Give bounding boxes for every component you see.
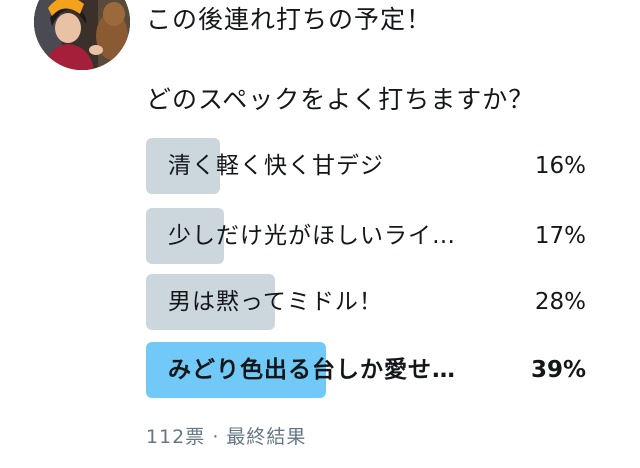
poll-option-winner: みどり色出る台しか愛せ… 39% [146, 342, 586, 398]
avatar[interactable] [34, 0, 130, 70]
poll-meta: 112票 · 最終結果 [146, 422, 306, 449]
poll-option-percent: 39% [530, 357, 586, 383]
poll-option-label: みどり色出る台しか愛せ… [168, 357, 456, 383]
tweet-text-line-2: どのスペックをよく打ちますか？ [146, 85, 535, 114]
poll-option: 清く軽く快く甘デジ 16% [146, 138, 586, 194]
poll-meta-separator: · [212, 426, 220, 448]
poll-vote-count: 112票 [146, 426, 206, 448]
tweet-text-line-1: この後連れ打ちの予定！ [146, 5, 433, 34]
poll-option: 少しだけ光がほしいライ… 17% [146, 208, 586, 264]
poll-option: 男は黙ってミドル！ 28% [146, 274, 586, 330]
poll-option-percent: 17% [534, 223, 586, 249]
poll-option-percent: 16% [534, 153, 586, 179]
poll-option-label: 清く軽く快く甘デジ [168, 153, 384, 179]
poll-option-percent: 28% [534, 289, 586, 315]
poll-option-label: 男は黙ってミドル！ [168, 289, 383, 315]
poll-status: 最終結果 [226, 426, 307, 448]
poll-option-label: 少しだけ光がほしいライ… [168, 223, 456, 249]
avatar-photo [34, 0, 130, 70]
